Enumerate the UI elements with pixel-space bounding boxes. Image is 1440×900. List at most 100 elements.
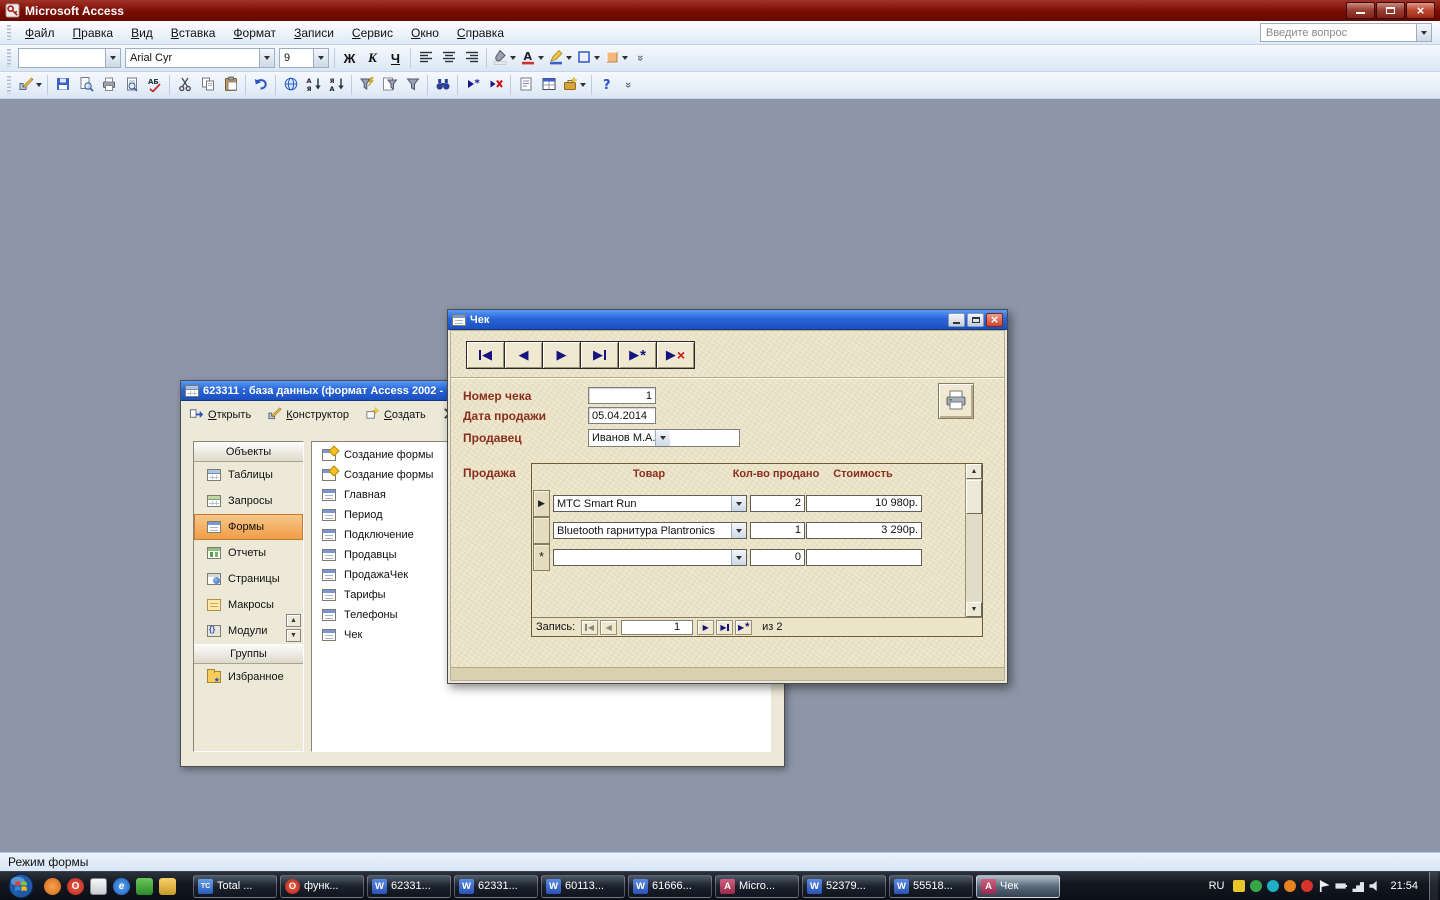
quick-launch-icon-1[interactable] bbox=[44, 878, 61, 895]
toolbar-grip[interactable] bbox=[7, 25, 11, 40]
new-object-button[interactable] bbox=[560, 74, 588, 96]
qty-field[interactable]: 0 bbox=[750, 549, 805, 566]
chevron-down-icon[interactable] bbox=[580, 83, 586, 87]
font-name-combo[interactable]: Arial Cyr bbox=[125, 48, 275, 68]
start-button[interactable] bbox=[8, 873, 34, 899]
qty-field[interactable]: 2 bbox=[750, 495, 805, 512]
bold-button[interactable]: Ж bbox=[338, 47, 361, 69]
chevron-down-icon[interactable] bbox=[622, 56, 628, 60]
chevron-down-icon[interactable] bbox=[655, 430, 670, 446]
quick-launch-opera-icon[interactable] bbox=[67, 878, 84, 895]
quick-launch-notepad-icon[interactable] bbox=[90, 878, 107, 895]
menu-view[interactable]: Вид bbox=[122, 23, 162, 43]
chevron-down-icon[interactable] bbox=[731, 496, 746, 511]
chevron-down-icon[interactable] bbox=[105, 49, 120, 67]
tray-status-icon-teal[interactable] bbox=[1267, 880, 1279, 892]
file-search-button[interactable] bbox=[74, 74, 97, 96]
close-button[interactable] bbox=[1406, 2, 1435, 19]
product-combo[interactable]: МТС Smart Run bbox=[553, 495, 747, 512]
scroll-up-button[interactable] bbox=[286, 614, 301, 627]
new-record-button[interactable]: * bbox=[461, 74, 484, 96]
taskbar-button-word-6[interactable]: 55518... bbox=[889, 875, 973, 898]
last-record-button[interactable] bbox=[580, 341, 619, 369]
scroll-down-button[interactable] bbox=[966, 602, 982, 617]
record-selector-current[interactable] bbox=[533, 490, 550, 517]
menu-window[interactable]: Окно bbox=[402, 23, 448, 43]
toolbar-options-button[interactable] bbox=[622, 74, 635, 96]
new-record-button[interactable] bbox=[618, 341, 657, 369]
first-record-button[interactable] bbox=[581, 620, 598, 635]
objects-header[interactable]: Объекты bbox=[194, 442, 303, 462]
open-button[interactable]: Открыть bbox=[185, 404, 255, 426]
previous-record-button[interactable] bbox=[600, 620, 617, 635]
align-right-button[interactable] bbox=[460, 47, 483, 69]
filter-by-form-button[interactable] bbox=[378, 74, 401, 96]
design-button[interactable]: Конструктор bbox=[263, 404, 353, 426]
cost-field[interactable]: 10 980р. bbox=[806, 495, 922, 512]
toolbar-options-button[interactable] bbox=[634, 47, 647, 69]
menu-edit[interactable]: Правка bbox=[64, 23, 123, 43]
tray-battery-status-icon[interactable] bbox=[1233, 880, 1245, 892]
title-bar[interactable]: Microsoft Access bbox=[0, 0, 1440, 21]
toolbar-grip[interactable] bbox=[7, 49, 11, 67]
language-indicator[interactable]: RU bbox=[1205, 880, 1229, 892]
quick-launch-icon-5[interactable] bbox=[136, 878, 153, 895]
paste-button[interactable] bbox=[219, 74, 242, 96]
delete-record-button[interactable] bbox=[484, 74, 507, 96]
delete-record-button[interactable] bbox=[656, 341, 695, 369]
sidebar-item-reports[interactable]: Отчеты bbox=[194, 540, 303, 566]
product-combo[interactable]: Bluetooth гарнитура Plantronics bbox=[553, 522, 747, 539]
underline-button[interactable]: Ч bbox=[384, 47, 407, 69]
taskbar-button-access-main[interactable]: Micro... bbox=[715, 875, 799, 898]
chevron-down-icon[interactable] bbox=[259, 49, 274, 67]
database-window-button[interactable] bbox=[537, 74, 560, 96]
sidebar-item-tables[interactable]: Таблицы bbox=[194, 462, 303, 488]
tray-alert-icon[interactable] bbox=[1301, 880, 1313, 892]
menu-help[interactable]: Справка bbox=[448, 23, 513, 43]
chevron-down-icon[interactable] bbox=[731, 550, 746, 565]
form-window-titlebar[interactable]: Чек bbox=[448, 310, 1007, 330]
menu-records[interactable]: Записи bbox=[285, 23, 343, 43]
groups-header[interactable]: Группы bbox=[194, 644, 303, 664]
next-record-button[interactable] bbox=[697, 620, 714, 635]
battery-icon[interactable] bbox=[1335, 880, 1347, 892]
align-center-button[interactable] bbox=[437, 47, 460, 69]
view-design-button[interactable] bbox=[16, 74, 44, 96]
previous-record-button[interactable] bbox=[504, 341, 543, 369]
fill-color-button[interactable] bbox=[490, 47, 518, 69]
undo-button[interactable] bbox=[249, 74, 272, 96]
line-width-button[interactable] bbox=[574, 47, 602, 69]
scrollbar-thumb[interactable] bbox=[966, 480, 982, 514]
chevron-down-icon[interactable] bbox=[731, 523, 746, 538]
chevron-down-icon[interactable] bbox=[36, 83, 42, 87]
network-icon[interactable] bbox=[1352, 880, 1364, 892]
insert-hyperlink-button[interactable] bbox=[279, 74, 302, 96]
cost-field[interactable] bbox=[806, 549, 922, 566]
current-record-field[interactable]: 1 bbox=[621, 620, 693, 635]
line-color-button[interactable] bbox=[546, 47, 574, 69]
seller-combo[interactable]: Иванов М.А. bbox=[588, 429, 740, 447]
align-left-button[interactable] bbox=[414, 47, 437, 69]
chevron-down-icon[interactable] bbox=[538, 56, 544, 60]
save-button[interactable] bbox=[51, 74, 74, 96]
toolbar-grip[interactable] bbox=[7, 76, 11, 94]
font-size-combo[interactable]: 9 bbox=[279, 48, 329, 68]
font-color-button[interactable]: А bbox=[518, 47, 546, 69]
sort-descending-button[interactable]: ЯА bbox=[325, 74, 348, 96]
menu-insert[interactable]: Вставка bbox=[162, 23, 225, 43]
subform-scrollbar[interactable] bbox=[965, 464, 982, 617]
minimize-button[interactable] bbox=[948, 313, 965, 327]
sidebar-item-favorites[interactable]: Избранное bbox=[194, 664, 303, 690]
quick-launch-ie-icon[interactable] bbox=[113, 878, 130, 895]
taskbar-button-word-5[interactable]: 52379... bbox=[802, 875, 886, 898]
new-record-button[interactable] bbox=[735, 620, 752, 635]
taskbar-button-opera[interactable]: функ... bbox=[280, 875, 364, 898]
chevron-down-icon[interactable] bbox=[566, 56, 572, 60]
menu-file[interactable]: Файл bbox=[16, 23, 64, 43]
sidebar-item-pages[interactable]: Страницы bbox=[194, 566, 303, 592]
cut-button[interactable] bbox=[173, 74, 196, 96]
close-button[interactable] bbox=[986, 313, 1003, 327]
scroll-down-button[interactable] bbox=[286, 629, 301, 642]
properties-button[interactable] bbox=[514, 74, 537, 96]
action-center-flag-icon[interactable] bbox=[1318, 880, 1330, 892]
